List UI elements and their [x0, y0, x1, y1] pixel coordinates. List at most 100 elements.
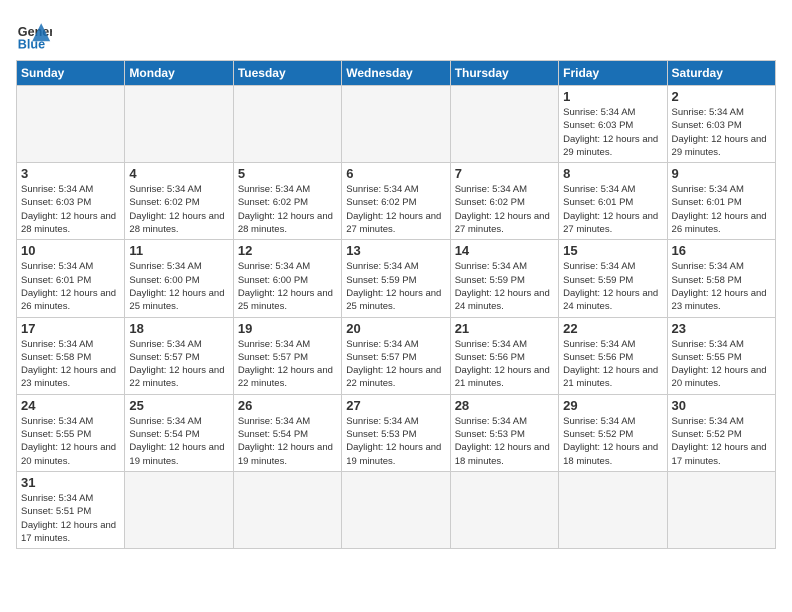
- calendar-cell: 14 Sunrise: 5:34 AM Sunset: 5:59 PM Dayli…: [450, 240, 558, 317]
- day-info: Sunrise: 5:34 AM Sunset: 5:55 PM Dayligh…: [672, 338, 771, 391]
- calendar-cell: 22 Sunrise: 5:34 AM Sunset: 5:56 PM Dayli…: [559, 317, 667, 394]
- day-info: Sunrise: 5:34 AM Sunset: 5:59 PM Dayligh…: [563, 260, 662, 313]
- day-number: 27: [346, 398, 445, 413]
- day-number: 24: [21, 398, 120, 413]
- day-number: 5: [238, 166, 337, 181]
- calendar-cell: 25 Sunrise: 5:34 AM Sunset: 5:54 PM Dayli…: [125, 394, 233, 471]
- calendar-cell: 26 Sunrise: 5:34 AM Sunset: 5:54 PM Dayli…: [233, 394, 341, 471]
- calendar-week-row: 10Sunrise: 5:34 AM Sunset: 6:01 PM Dayli…: [17, 240, 776, 317]
- calendar-cell: 23 Sunrise: 5:34 AM Sunset: 5:55 PM Dayli…: [667, 317, 775, 394]
- day-info: Sunrise: 5:34 AM Sunset: 5:53 PM Dayligh…: [455, 415, 554, 468]
- day-number: 16: [672, 243, 771, 258]
- day-info: Sunrise: 5:34 AM Sunset: 5:57 PM Dayligh…: [346, 338, 445, 391]
- calendar-cell: 20 Sunrise: 5:34 AM Sunset: 5:57 PM Dayli…: [342, 317, 450, 394]
- calendar-cell: [450, 471, 558, 548]
- calendar-cell: 4Sunrise: 5:34 AM Sunset: 6:02 PM Daylig…: [125, 163, 233, 240]
- calendar-week-row: 24 Sunrise: 5:34 AM Sunset: 5:55 PM Dayli…: [17, 394, 776, 471]
- day-info: Sunrise: 5:34 AM Sunset: 5:52 PM Dayligh…: [672, 415, 771, 468]
- page-header: General Blue: [16, 16, 776, 52]
- logo: General Blue: [16, 16, 52, 52]
- day-info: Sunrise: 5:34 AM Sunset: 5:51 PM Dayligh…: [21, 492, 120, 545]
- calendar-cell: 5Sunrise: 5:34 AM Sunset: 6:02 PM Daylig…: [233, 163, 341, 240]
- day-number: 15: [563, 243, 662, 258]
- calendar-cell: 15 Sunrise: 5:34 AM Sunset: 5:59 PM Dayli…: [559, 240, 667, 317]
- calendar-table: SundayMondayTuesdayWednesdayThursdayFrid…: [16, 60, 776, 549]
- calendar-cell: 17 Sunrise: 5:34 AM Sunset: 5:58 PM Dayli…: [17, 317, 125, 394]
- day-number: 22: [563, 321, 662, 336]
- day-info: Sunrise: 5:34 AM Sunset: 5:59 PM Dayligh…: [455, 260, 554, 313]
- calendar-week-row: 17 Sunrise: 5:34 AM Sunset: 5:58 PM Dayli…: [17, 317, 776, 394]
- calendar-cell: [125, 86, 233, 163]
- calendar-cell: 12 Sunrise: 5:34 AM Sunset: 6:00 PM Dayli…: [233, 240, 341, 317]
- day-number: 30: [672, 398, 771, 413]
- day-info: Sunrise: 5:34 AM Sunset: 6:02 PM Dayligh…: [455, 183, 554, 236]
- day-info: Sunrise: 5:34 AM Sunset: 6:03 PM Dayligh…: [672, 106, 771, 159]
- calendar-cell: 28Sunrise: 5:34 AM Sunset: 5:53 PM Dayli…: [450, 394, 558, 471]
- day-info: Sunrise: 5:34 AM Sunset: 5:54 PM Dayligh…: [238, 415, 337, 468]
- day-number: 3: [21, 166, 120, 181]
- day-info: Sunrise: 5:34 AM Sunset: 5:57 PM Dayligh…: [129, 338, 228, 391]
- calendar-cell: [667, 471, 775, 548]
- day-info: Sunrise: 5:34 AM Sunset: 6:00 PM Dayligh…: [238, 260, 337, 313]
- day-info: Sunrise: 5:34 AM Sunset: 5:57 PM Dayligh…: [238, 338, 337, 391]
- calendar-cell: 7 Sunrise: 5:34 AM Sunset: 6:02 PM Daylig…: [450, 163, 558, 240]
- calendar-cell: [342, 471, 450, 548]
- calendar-cell: 13Sunrise: 5:34 AM Sunset: 5:59 PM Dayli…: [342, 240, 450, 317]
- day-info: Sunrise: 5:34 AM Sunset: 5:58 PM Dayligh…: [21, 338, 120, 391]
- calendar-cell: [233, 86, 341, 163]
- day-number: 18: [129, 321, 228, 336]
- day-number: 7: [455, 166, 554, 181]
- calendar-cell: 10Sunrise: 5:34 AM Sunset: 6:01 PM Dayli…: [17, 240, 125, 317]
- weekday-header-row: SundayMondayTuesdayWednesdayThursdayFrid…: [17, 61, 776, 86]
- day-number: 23: [672, 321, 771, 336]
- weekday-header-wednesday: Wednesday: [342, 61, 450, 86]
- day-number: 6: [346, 166, 445, 181]
- day-number: 8: [563, 166, 662, 181]
- day-info: Sunrise: 5:34 AM Sunset: 5:56 PM Dayligh…: [563, 338, 662, 391]
- calendar-cell: 29 Sunrise: 5:34 AM Sunset: 5:52 PM Dayli…: [559, 394, 667, 471]
- day-number: 29: [563, 398, 662, 413]
- day-info: Sunrise: 5:34 AM Sunset: 5:55 PM Dayligh…: [21, 415, 120, 468]
- calendar-cell: [559, 471, 667, 548]
- calendar-cell: 3Sunrise: 5:34 AM Sunset: 6:03 PM Daylig…: [17, 163, 125, 240]
- day-info: Sunrise: 5:34 AM Sunset: 5:53 PM Dayligh…: [346, 415, 445, 468]
- day-number: 17: [21, 321, 120, 336]
- day-number: 12: [238, 243, 337, 258]
- calendar-cell: 2 Sunrise: 5:34 AM Sunset: 6:03 PM Daylig…: [667, 86, 775, 163]
- day-info: Sunrise: 5:34 AM Sunset: 6:00 PM Dayligh…: [129, 260, 228, 313]
- day-number: 20: [346, 321, 445, 336]
- calendar-cell: 19Sunrise: 5:34 AM Sunset: 5:57 PM Dayli…: [233, 317, 341, 394]
- day-info: Sunrise: 5:34 AM Sunset: 5:58 PM Dayligh…: [672, 260, 771, 313]
- calendar-cell: 16 Sunrise: 5:34 AM Sunset: 5:58 PM Dayli…: [667, 240, 775, 317]
- calendar-cell: [17, 86, 125, 163]
- day-info: Sunrise: 5:34 AM Sunset: 5:54 PM Dayligh…: [129, 415, 228, 468]
- day-info: Sunrise: 5:34 AM Sunset: 5:52 PM Dayligh…: [563, 415, 662, 468]
- day-info: Sunrise: 5:34 AM Sunset: 6:01 PM Dayligh…: [21, 260, 120, 313]
- weekday-header-monday: Monday: [125, 61, 233, 86]
- day-number: 14: [455, 243, 554, 258]
- day-number: 25: [129, 398, 228, 413]
- day-info: Sunrise: 5:34 AM Sunset: 6:02 PM Dayligh…: [129, 183, 228, 236]
- weekday-header-tuesday: Tuesday: [233, 61, 341, 86]
- calendar-cell: 21 Sunrise: 5:34 AM Sunset: 5:56 PM Dayli…: [450, 317, 558, 394]
- calendar-cell: 1 Sunrise: 5:34 AM Sunset: 6:03 PM Daylig…: [559, 86, 667, 163]
- calendar-cell: [450, 86, 558, 163]
- calendar-cell: 24 Sunrise: 5:34 AM Sunset: 5:55 PM Dayli…: [17, 394, 125, 471]
- day-info: Sunrise: 5:34 AM Sunset: 5:56 PM Dayligh…: [455, 338, 554, 391]
- weekday-header-thursday: Thursday: [450, 61, 558, 86]
- calendar-week-row: 1 Sunrise: 5:34 AM Sunset: 6:03 PM Daylig…: [17, 86, 776, 163]
- day-number: 26: [238, 398, 337, 413]
- calendar-cell: 9Sunrise: 5:34 AM Sunset: 6:01 PM Daylig…: [667, 163, 775, 240]
- day-number: 2: [672, 89, 771, 104]
- day-number: 11: [129, 243, 228, 258]
- calendar-week-row: 3Sunrise: 5:34 AM Sunset: 6:03 PM Daylig…: [17, 163, 776, 240]
- day-info: Sunrise: 5:34 AM Sunset: 6:03 PM Dayligh…: [563, 106, 662, 159]
- day-info: Sunrise: 5:34 AM Sunset: 5:59 PM Dayligh…: [346, 260, 445, 313]
- calendar-cell: 30 Sunrise: 5:34 AM Sunset: 5:52 PM Dayli…: [667, 394, 775, 471]
- day-number: 21: [455, 321, 554, 336]
- day-number: 1: [563, 89, 662, 104]
- calendar-cell: [125, 471, 233, 548]
- weekday-header-friday: Friday: [559, 61, 667, 86]
- day-info: Sunrise: 5:34 AM Sunset: 6:02 PM Dayligh…: [346, 183, 445, 236]
- calendar-cell: [233, 471, 341, 548]
